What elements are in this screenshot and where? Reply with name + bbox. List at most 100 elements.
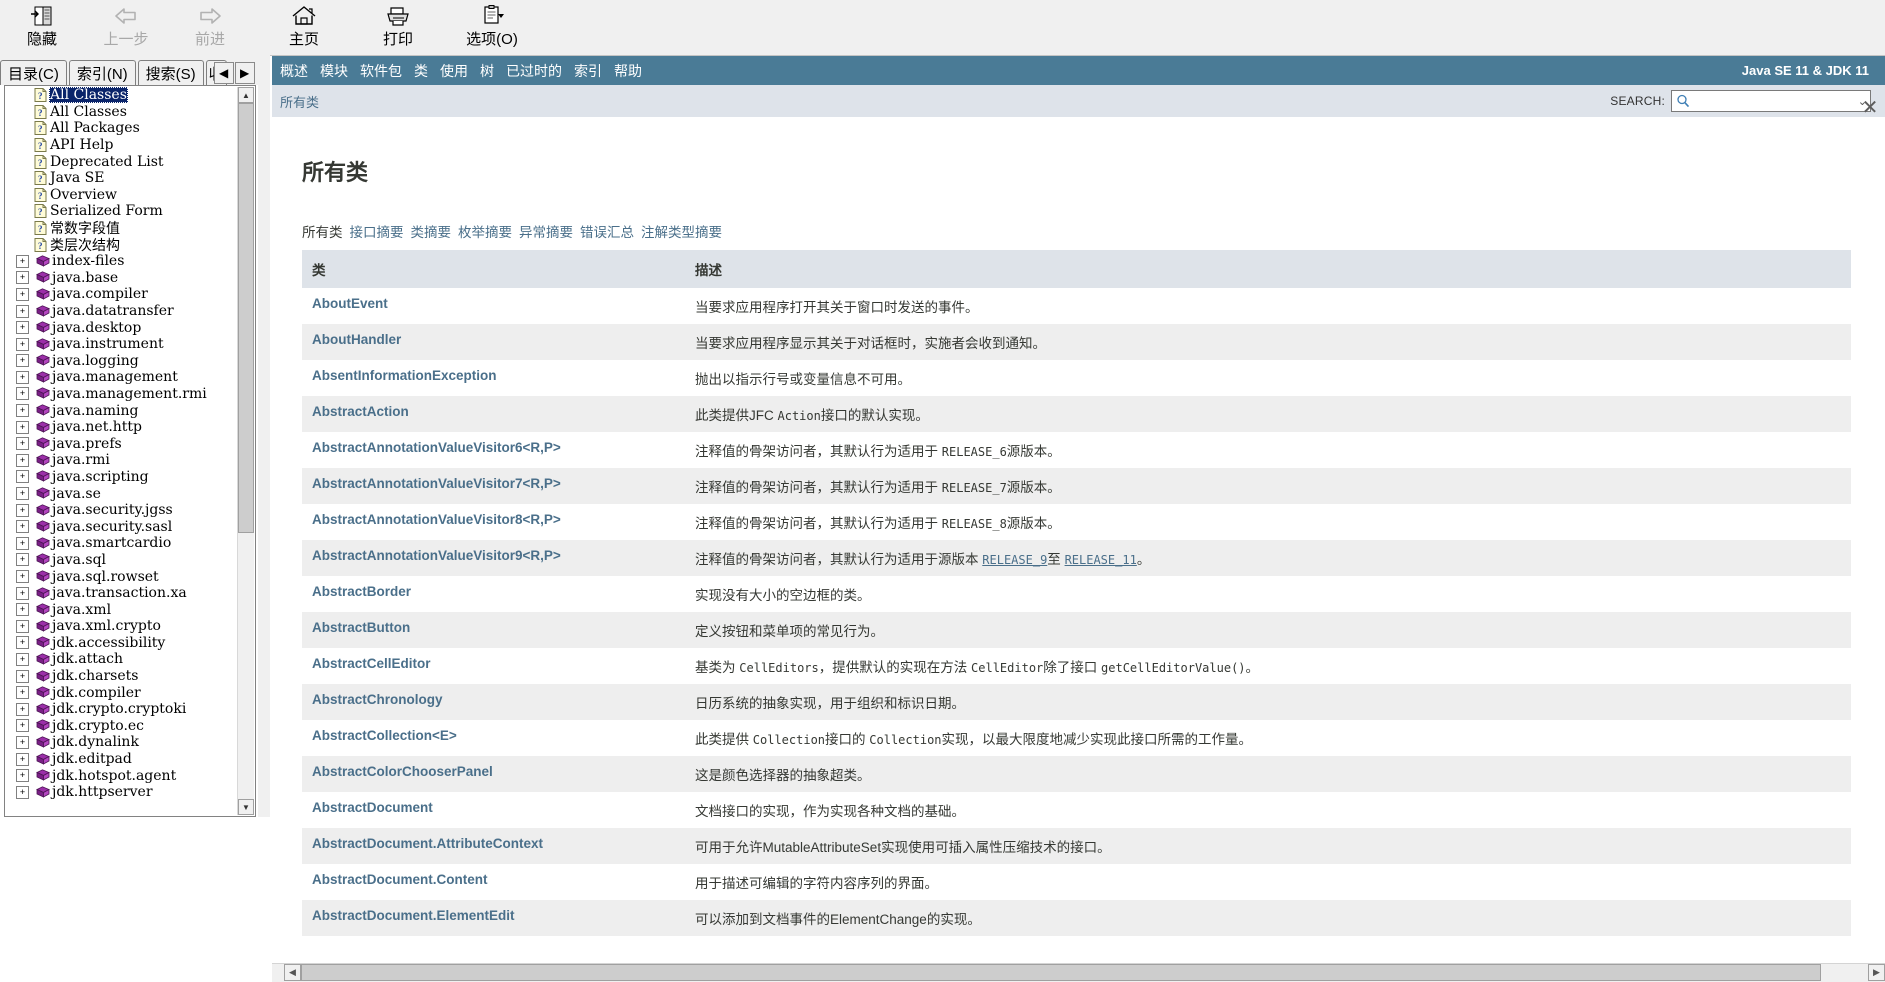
- tree-expander-icon[interactable]: +: [16, 553, 29, 567]
- tree-item[interactable]: ? All Classes: [6, 104, 240, 121]
- class-link[interactable]: AbstractDocument: [312, 800, 433, 815]
- tree-expander-icon[interactable]: +: [16, 437, 29, 451]
- summary-link-2[interactable]: 类摘要: [411, 221, 452, 241]
- class-link[interactable]: AbstractChronology: [312, 692, 443, 707]
- nav-link-0[interactable]: 概述: [280, 61, 308, 81]
- tree-expander-icon[interactable]: +: [16, 619, 29, 633]
- nav-link-5[interactable]: 树: [480, 61, 494, 81]
- tree-expander-icon[interactable]: +: [16, 354, 29, 368]
- class-link[interactable]: AbstractCellEditor: [312, 656, 431, 671]
- close-icon[interactable]: ✕: [1859, 96, 1881, 119]
- tree-scroll-up-button[interactable]: ▲: [238, 87, 254, 103]
- tree-expander-icon[interactable]: +: [16, 321, 29, 335]
- tree-item[interactable]: + jdk.editpad: [6, 751, 240, 768]
- tree-item[interactable]: + java.instrument: [6, 336, 240, 353]
- nav-link-4[interactable]: 使用: [440, 61, 468, 81]
- nav-link-6[interactable]: 已过时的: [506, 61, 562, 81]
- tree-expander-icon[interactable]: +: [16, 387, 29, 401]
- tree-item[interactable]: + java.security.sasl: [6, 518, 240, 535]
- nav-link-1[interactable]: 模块: [320, 61, 348, 81]
- class-link[interactable]: AbsentInformationException: [312, 368, 497, 383]
- tree-item[interactable]: + java.net.http: [6, 419, 240, 436]
- tree-expander-icon[interactable]: +: [16, 702, 29, 716]
- tree-item[interactable]: + java.management.rmi: [6, 386, 240, 403]
- nav-link-3[interactable]: 类: [414, 61, 428, 81]
- tree-item[interactable]: + jdk.httpserver: [6, 784, 240, 801]
- tree-item[interactable]: + jdk.hotspot.agent: [6, 767, 240, 784]
- class-link[interactable]: AbstractBorder: [312, 584, 411, 599]
- tree-expander-icon[interactable]: +: [16, 470, 29, 484]
- tree-expander-icon[interactable]: +: [16, 570, 29, 584]
- tree-expander-icon[interactable]: +: [16, 254, 29, 268]
- tree-expander-icon[interactable]: +: [16, 370, 29, 384]
- tree-expander-icon[interactable]: +: [16, 287, 29, 301]
- summary-link-4[interactable]: 异常摘要: [519, 221, 573, 241]
- doc-scrollbar-thumb[interactable]: [301, 964, 1821, 981]
- contents-tree-list[interactable]: ? All Classes? All Classes? All Packages? AP…: [6, 87, 240, 815]
- tree-expander-icon[interactable]: +: [16, 669, 29, 683]
- tree-item[interactable]: + java.sql.rowset: [6, 568, 240, 585]
- tab-prev-button[interactable]: ◀: [213, 61, 234, 84]
- toolbar-button-forward[interactable]: 前进: [168, 0, 252, 54]
- class-link[interactable]: AbstractAction: [312, 404, 409, 419]
- tree-item[interactable]: + java.se: [6, 485, 240, 502]
- class-link[interactable]: AbstractAnnotationValueVisitor8<R,P>: [312, 512, 561, 527]
- class-link[interactable]: AbstractButton: [312, 620, 410, 635]
- tree-expander-icon[interactable]: +: [16, 752, 29, 766]
- contents-tree-pane[interactable]: ? All Classes? All Classes? All Packages? AP…: [4, 85, 256, 817]
- tree-expander-icon[interactable]: +: [16, 719, 29, 733]
- tree-expander-icon[interactable]: +: [16, 420, 29, 434]
- tree-expander-icon[interactable]: +: [16, 636, 29, 650]
- tree-item[interactable]: + java.naming: [6, 402, 240, 419]
- summary-link-0[interactable]: 所有类: [302, 221, 343, 241]
- search-box[interactable]: ⌄: [1671, 90, 1871, 112]
- tab-search[interactable]: 搜索(S): [137, 60, 204, 85]
- class-link[interactable]: AbstractDocument.Content: [312, 872, 488, 887]
- tree-expander-icon[interactable]: +: [16, 586, 29, 600]
- tree-item[interactable]: + java.xml.crypto: [6, 618, 240, 635]
- tree-expander-icon[interactable]: +: [16, 304, 29, 318]
- tree-item[interactable]: + java.xml: [6, 601, 240, 618]
- doc-scroll-right-button[interactable]: ▶: [1868, 964, 1885, 981]
- tree-item[interactable]: + java.logging: [6, 353, 240, 370]
- tree-item[interactable]: ? Deprecated List: [6, 153, 240, 170]
- tree-expander-icon[interactable]: +: [16, 453, 29, 467]
- tab-index[interactable]: 索引(N): [68, 60, 136, 85]
- tree-expander-icon[interactable]: +: [16, 271, 29, 285]
- doc-scroll-left-button[interactable]: ◀: [284, 964, 301, 981]
- tree-item[interactable]: ? All Classes: [6, 87, 240, 104]
- tree-item[interactable]: + java.compiler: [6, 286, 240, 303]
- tree-expander-icon[interactable]: +: [16, 785, 29, 799]
- toolbar-button-home[interactable]: 主页: [262, 0, 346, 54]
- tab-contents[interactable]: 目录(C): [0, 60, 67, 85]
- tree-item[interactable]: ? Java SE: [6, 170, 240, 187]
- tree-expander-icon[interactable]: +: [16, 536, 29, 550]
- code-link[interactable]: RELEASE_11: [1065, 553, 1137, 567]
- tree-expander-icon[interactable]: +: [16, 769, 29, 783]
- tree-expander-icon[interactable]: +: [16, 404, 29, 418]
- tree-expander-icon[interactable]: +: [16, 487, 29, 501]
- tree-item[interactable]: + jdk.charsets: [6, 668, 240, 685]
- class-link[interactable]: AboutEvent: [312, 296, 388, 311]
- code-link[interactable]: RELEASE_9: [982, 553, 1047, 567]
- tree-item[interactable]: + java.security.jgss: [6, 502, 240, 519]
- tree-item[interactable]: + jdk.dynalink: [6, 734, 240, 751]
- breadcrumb[interactable]: 所有类: [280, 85, 319, 117]
- tree-expander-icon[interactable]: +: [16, 337, 29, 351]
- tree-item[interactable]: + jdk.accessibility: [6, 635, 240, 652]
- tree-item[interactable]: + java.sql: [6, 552, 240, 569]
- nav-link-7[interactable]: 索引: [574, 61, 602, 81]
- toolbar-button-hide[interactable]: 隐藏: [0, 0, 84, 54]
- toolbar-button-options[interactable]: 选项(O): [450, 0, 534, 54]
- tree-item[interactable]: + index-files: [6, 253, 240, 270]
- tree-scroll-down-button[interactable]: ▼: [238, 799, 254, 815]
- tree-item[interactable]: + java.prefs: [6, 435, 240, 452]
- class-link[interactable]: AbstractCollection<E>: [312, 728, 457, 743]
- tree-expander-icon[interactable]: +: [16, 652, 29, 666]
- tree-item[interactable]: + jdk.crypto.ec: [6, 718, 240, 735]
- tree-expander-icon[interactable]: +: [16, 735, 29, 749]
- pane-splitter[interactable]: [258, 85, 270, 817]
- tree-item[interactable]: ? Overview: [6, 187, 240, 204]
- tree-expander-icon[interactable]: +: [16, 603, 29, 617]
- class-link[interactable]: AbstractAnnotationValueVisitor9<R,P>: [312, 548, 561, 563]
